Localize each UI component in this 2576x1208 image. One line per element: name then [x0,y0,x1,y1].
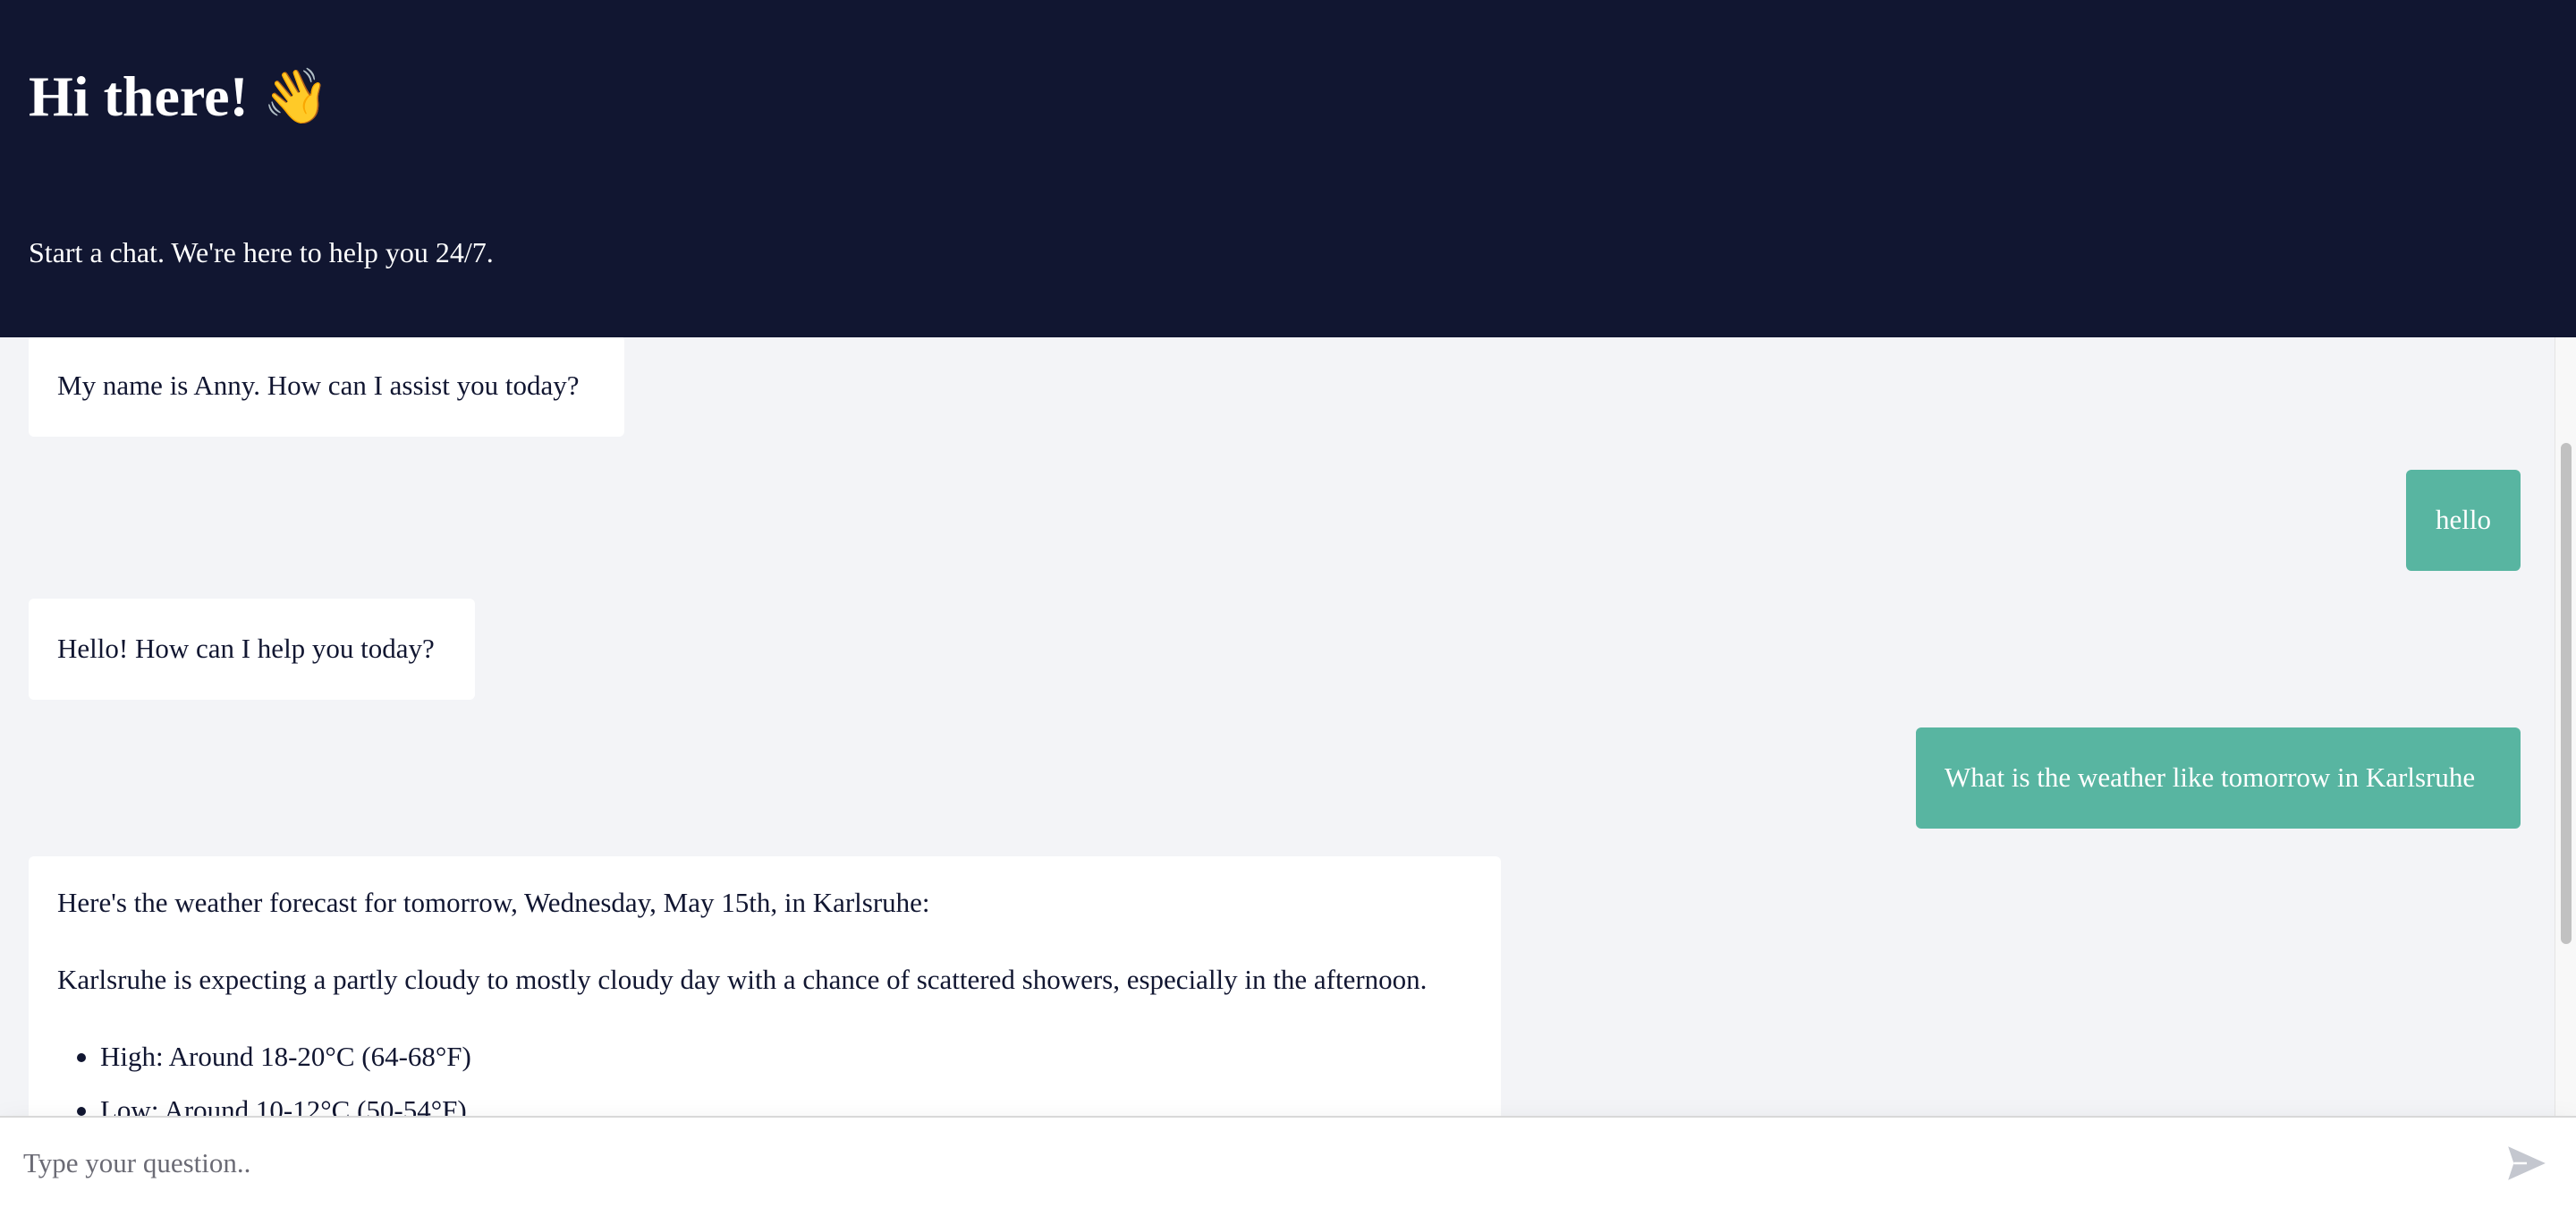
send-button[interactable] [2504,1141,2549,1186]
bot-message: Here's the weather forecast for tomorrow… [29,856,1501,1116]
message-bullet-list: High: Around 18-20°C (64-68°F) Low: Arou… [73,1037,1472,1116]
user-message: hello [2406,470,2521,571]
message-paragraph: Karlsruhe is expecting a partly cloudy t… [57,964,1428,995]
message-bullet: High: Around 18-20°C (64-68°F) [73,1037,1472,1076]
header-subtitle: Start a chat. We're here to help you 24/… [29,236,494,268]
bot-message: My name is Anny. How can I assist you to… [29,337,624,437]
scrollbar-thumb[interactable] [2561,443,2572,944]
wave-emoji-icon: 👋 [262,65,330,128]
header-title-text: Hi there! [29,64,249,128]
question-input[interactable] [0,1118,2487,1208]
message-list[interactable]: My name is Anny. How can I assist you to… [0,337,2555,1116]
user-message: What is the weather like tomorrow in Kar… [1916,727,2521,829]
send-icon [2508,1146,2546,1180]
message-list-scrollbar[interactable] [2555,337,2576,1116]
chat-input-bar [0,1116,2576,1208]
chat-header: Hi there! 👋 Start a chat. We're here to … [0,0,2576,337]
bot-message: Hello! How can I help you today? [29,599,475,700]
header-title: Hi there! 👋 [29,54,330,140]
chat-widget: Hi there! 👋 Start a chat. We're here to … [0,0,2576,1208]
message-bullet: Low: Around 10-12°C (50-54°F) [73,1091,1472,1116]
message-paragraph: Here's the weather forecast for tomorrow… [57,887,930,918]
